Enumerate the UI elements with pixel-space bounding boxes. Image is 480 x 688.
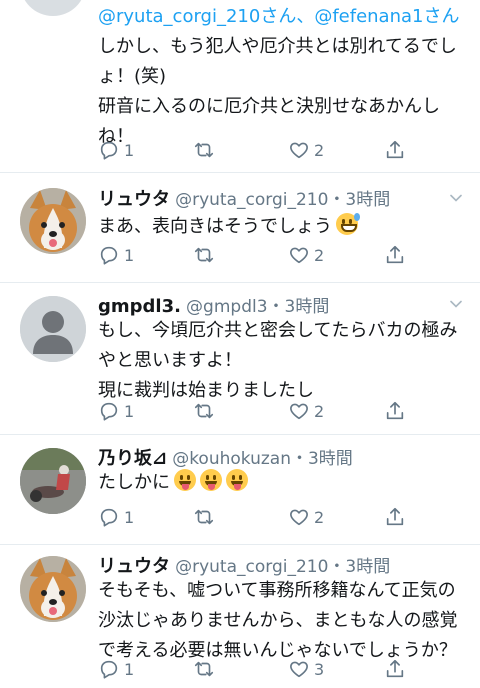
tweet-actions: 1 2 <box>98 137 408 163</box>
retweet-button[interactable] <box>193 242 215 268</box>
reply-mention[interactable]: @ryuta_corgi_210さん、@fefenana1さん <box>98 6 459 27</box>
like-button[interactable]: 2 <box>288 242 324 268</box>
tweet[interactable]: リュウタ @ryuta_corgi_210・3時間 そもそも、嘘ついて事務所移籍… <box>0 544 480 688</box>
retweet-icon <box>193 658 215 680</box>
avatar[interactable] <box>20 556 86 622</box>
caret-down-icon[interactable] <box>450 298 462 310</box>
tweet-text: たしかに <box>98 472 170 493</box>
tweet[interactable]: @ryuta_corgi_210さん、@fefenana1さん しかし、もう犯人… <box>0 0 480 173</box>
retweet-button[interactable] <box>193 504 215 530</box>
avatar[interactable] <box>20 0 86 16</box>
tongue-out-emoji <box>174 469 252 493</box>
reply-button[interactable]: 1 <box>98 656 134 682</box>
tweet-text: まあ、表向きはそうでしょう <box>98 216 332 237</box>
reply-count: 1 <box>124 507 135 527</box>
reply-button[interactable]: 1 <box>98 137 134 163</box>
reply-icon <box>98 658 120 680</box>
tweet-actions: 1 2 <box>98 242 408 268</box>
retweet-icon <box>193 400 215 422</box>
handle-and-time[interactable]: @ryuta_corgi_210・3時間 <box>175 557 390 577</box>
like-icon <box>288 139 310 161</box>
like-icon <box>288 658 310 680</box>
corgi-avatar-image <box>20 556 86 622</box>
like-count: 2 <box>314 507 325 527</box>
tweet-text: もし、今頃厄介共と密会してたらバカの極み やと思いますよ！ 現に裁判は始まりまし… <box>98 320 458 401</box>
like-button[interactable]: 2 <box>288 504 324 530</box>
handle-and-time[interactable]: @kouhokuzan・3時間 <box>172 449 353 469</box>
retweet-button[interactable] <box>193 398 215 424</box>
avatar[interactable] <box>20 296 86 362</box>
like-count: 2 <box>314 245 325 265</box>
reply-button[interactable]: 1 <box>98 242 134 268</box>
tweet-text-row: たしかに <box>98 468 468 498</box>
tweet-text-row: まあ、表向きはそうでしょう <box>98 212 468 242</box>
share-button[interactable] <box>384 398 406 424</box>
reply-button[interactable]: 1 <box>98 504 134 530</box>
handle-and-time[interactable]: @gmpdl3・3時間 <box>186 297 329 317</box>
reply-icon <box>98 506 120 528</box>
display-name[interactable]: 乃り坂⊿ <box>98 448 167 469</box>
reply-button[interactable]: 1 <box>98 398 134 424</box>
like-icon <box>288 244 310 266</box>
caret-down-icon[interactable] <box>450 192 462 204</box>
grinning-sweat-emoji <box>336 213 360 235</box>
like-count: 3 <box>314 659 325 679</box>
rider-avatar-image <box>20 448 86 514</box>
retweet-button[interactable] <box>193 656 215 682</box>
reply-icon <box>98 244 120 266</box>
share-button[interactable] <box>384 656 406 682</box>
tweet-actions: 1 3 <box>98 656 408 682</box>
share-icon <box>384 658 406 680</box>
corgi-avatar-image <box>20 188 86 254</box>
share-button[interactable] <box>384 242 406 268</box>
reply-count: 1 <box>124 140 135 160</box>
tweet[interactable]: リュウタ @ryuta_corgi_210・3時間 まあ、表向きはそうでしょう … <box>0 172 480 283</box>
share-button[interactable] <box>384 504 406 530</box>
tweet-actions: 1 2 <box>98 398 408 424</box>
reply-count: 1 <box>124 401 135 421</box>
tweet-actions: 1 2 <box>98 504 408 530</box>
avatar[interactable] <box>20 448 86 514</box>
share-icon <box>384 139 406 161</box>
share-button[interactable] <box>384 137 406 163</box>
retweet-icon <box>193 244 215 266</box>
default-avatar-image <box>20 296 86 362</box>
reply-count: 1 <box>124 659 135 679</box>
share-icon <box>384 400 406 422</box>
reply-count: 1 <box>124 245 135 265</box>
tweet[interactable]: 乃り坂⊿ @kouhokuzan・3時間 たしかに 1 2 <box>0 434 480 545</box>
like-button[interactable]: 2 <box>288 137 324 163</box>
tweet-text: しかし、もう犯人や厄介共とは別れてるでし ょ！(笑) 研音に入るのに厄介共と決別… <box>98 36 457 147</box>
share-icon <box>384 244 406 266</box>
display-name[interactable]: リュウタ <box>98 189 170 210</box>
display-name[interactable]: gmpdl3. <box>98 296 181 317</box>
retweet-icon <box>193 139 215 161</box>
like-count: 2 <box>314 140 325 160</box>
like-button[interactable]: 3 <box>288 656 324 682</box>
display-name[interactable]: リュウタ <box>98 556 170 577</box>
reply-icon <box>98 400 120 422</box>
avatar[interactable] <box>20 188 86 254</box>
like-count: 2 <box>314 401 325 421</box>
like-button[interactable]: 2 <box>288 398 324 424</box>
retweet-icon <box>193 506 215 528</box>
share-icon <box>384 506 406 528</box>
reply-icon <box>98 139 120 161</box>
handle-and-time[interactable]: @ryuta_corgi_210・3時間 <box>175 190 390 210</box>
retweet-button[interactable] <box>193 137 215 163</box>
tweet-text: そもそも、嘘ついて事務所移籍なんて正気の 沙汰じゃありませんから、まともな人の感… <box>98 580 458 661</box>
like-icon <box>288 400 310 422</box>
like-icon <box>288 506 310 528</box>
tweet[interactable]: gmpdl3. @gmpdl3・3時間 もし、今頃厄介共と密会してたらバカの極み… <box>0 282 480 435</box>
